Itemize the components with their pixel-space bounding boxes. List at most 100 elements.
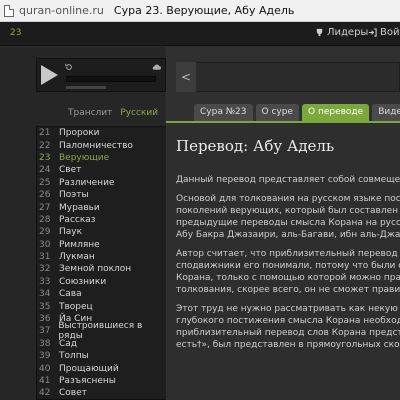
surah-number: 21	[39, 128, 51, 139]
translation-info: Перевод: Абу Адель Данный перевод предст…	[166, 123, 400, 400]
content-tabs: Сура №23О суреО переводеВидео (8 ш	[166, 104, 400, 121]
content-line: сподвижники его понимали, потому что был…	[176, 261, 400, 271]
play-icon[interactable]	[41, 65, 58, 85]
list-item[interactable]: 27 Муравьи	[37, 201, 166, 213]
surah-name: Сад	[59, 338, 78, 349]
surah-number: 28	[39, 214, 51, 225]
content-line: Автор считает, что приблизительный перев…	[176, 249, 400, 259]
surah-number: 42	[39, 388, 51, 399]
list-item[interactable]: 37 Выстроившиеся в ряды	[37, 321, 166, 341]
translit-option[interactable]: Транслит	[68, 108, 112, 118]
surah-number: 25	[39, 177, 51, 188]
surah-name: Прощающий	[59, 363, 119, 374]
list-item[interactable]: 33 Союзники	[37, 276, 166, 288]
list-item[interactable]: 30 Римляне	[37, 239, 166, 251]
content-line: глубокого постижения смысла Корана необх…	[176, 316, 400, 326]
list-item[interactable]: 35 Творец	[37, 300, 166, 312]
leaders-label: Лидеры	[327, 27, 369, 38]
surah-name: Разъяснены	[59, 376, 116, 386]
surah-number: 24	[39, 165, 51, 176]
audio-progress-bar[interactable]	[66, 76, 156, 82]
list-item[interactable]: 40 Прощающий	[37, 362, 166, 374]
browser-tab-bar: quran-online.ru Сура 23. Верующие, Абу А…	[0, 0, 400, 22]
volume-slider[interactable]	[66, 86, 106, 89]
surah-name: Муравьи	[59, 202, 100, 213]
surah-number: 30	[39, 239, 51, 250]
repeat-icon[interactable]	[65, 63, 73, 71]
content-line: поколений верующих, который был составле…	[176, 206, 400, 216]
list-item[interactable]: 39 Толпы	[37, 350, 166, 362]
leaders-link[interactable]: Лидеры	[315, 27, 368, 38]
list-item[interactable]: 24 Свет	[37, 164, 166, 176]
content-line: предыдущие переводы смысла Корана на рус…	[176, 218, 400, 228]
tab-2[interactable]: О переводе	[302, 104, 370, 121]
surah-name: Рассказ	[59, 214, 96, 225]
surah-list: 21 Пророки 22 Паломничество 23 Верующие 24 Свет…	[36, 126, 166, 400]
surah-name: Земной поклон	[59, 264, 132, 275]
surah-number: 33	[39, 276, 51, 287]
trophy-icon	[316, 28, 323, 37]
browser-tab-title[interactable]: Сура 23. Верующие, Абу Адель	[114, 4, 294, 17]
list-item[interactable]: 31 Лукман	[37, 251, 166, 263]
surah-number: 41	[39, 376, 51, 386]
content-line: Этот труд не нужно рассматривать как нек…	[176, 304, 400, 314]
list-item[interactable]: 25 Различение	[37, 177, 166, 189]
list-item[interactable]: 41 Разъяснены	[37, 375, 166, 387]
surah-name: Верующие	[59, 152, 110, 163]
list-item[interactable]: 28 Рассказ	[37, 214, 166, 226]
surah-name: Союзники	[59, 276, 107, 287]
tab-0[interactable]: Сура №23	[194, 104, 253, 121]
content-line: есть†», был представлен в прямоугольных …	[176, 340, 400, 350]
surah-number: 32	[39, 264, 51, 275]
content-line: Корана, только с помощью которой можно п…	[176, 273, 400, 283]
login-link[interactable]: Войт	[368, 27, 400, 38]
language-switch: Транслит Русский	[68, 108, 158, 118]
content-line: толкования, скорее всего, он не сможет п…	[176, 285, 400, 295]
login-label: Войт	[380, 27, 400, 38]
list-item[interactable]: 29 Паук	[37, 226, 166, 238]
surah-number: 26	[39, 190, 51, 201]
list-item[interactable]: 26 Поэты	[37, 189, 166, 201]
surah-number: 22	[39, 140, 51, 151]
content-line: Основой для толкования на русском языке …	[176, 194, 400, 204]
address-bar-url[interactable]: quran-online.ru	[19, 4, 104, 17]
surah-name: Пророки	[59, 128, 100, 139]
tab-1[interactable]: О суре	[255, 104, 299, 121]
list-item[interactable]: 34 Сава	[37, 288, 166, 300]
russian-option[interactable]: Русский	[120, 108, 158, 118]
surah-name: Различение	[59, 177, 115, 188]
surah-number: 38	[39, 338, 51, 349]
list-item[interactable]: 42 Совет	[37, 387, 166, 399]
surah-number: 34	[39, 289, 51, 300]
tab-3[interactable]: Видео (8 ш	[372, 104, 400, 121]
list-item[interactable]: 21 Пророки	[37, 127, 166, 139]
content-line: Абу Бакра Джазаири, аль-Багави, ибн аль-…	[176, 230, 400, 240]
surah-name: Римляне	[59, 239, 100, 250]
surah-number: 40	[39, 363, 51, 374]
back-button[interactable]: <	[176, 62, 196, 92]
content-banner	[176, 62, 400, 92]
surah-number: 35	[39, 301, 51, 312]
list-item[interactable]: 32 Земной поклон	[37, 263, 166, 275]
surah-name: Сава	[59, 289, 82, 300]
login-icon	[368, 28, 377, 37]
page-title: Перевод: Абу Адель	[176, 137, 335, 155]
surah-number: 37	[39, 326, 51, 337]
surah-name: Свет	[59, 165, 82, 176]
audio-player	[36, 58, 166, 92]
surah-name: Совет	[59, 388, 87, 399]
download-cloud-icon[interactable]	[152, 63, 161, 71]
surah-number: 39	[39, 351, 51, 362]
surah-number: 27	[39, 202, 51, 213]
surah-name: Лукман	[59, 252, 95, 263]
list-item[interactable]: 22 Паломничество	[37, 139, 166, 151]
surah-number: 23	[39, 152, 51, 163]
surah-number: 31	[39, 252, 51, 263]
content-line: приблизительный перевод слов Корана пред…	[176, 328, 400, 338]
surah-name: Поэты	[59, 190, 89, 201]
surah-name: Толпы	[59, 351, 89, 362]
surah-name: Творец	[59, 301, 93, 312]
surah-name: Паломничество	[59, 140, 133, 151]
list-item[interactable]: 23 Верующие	[37, 152, 166, 164]
content-line: Данный перевод представляет собой совмещ…	[176, 175, 400, 185]
